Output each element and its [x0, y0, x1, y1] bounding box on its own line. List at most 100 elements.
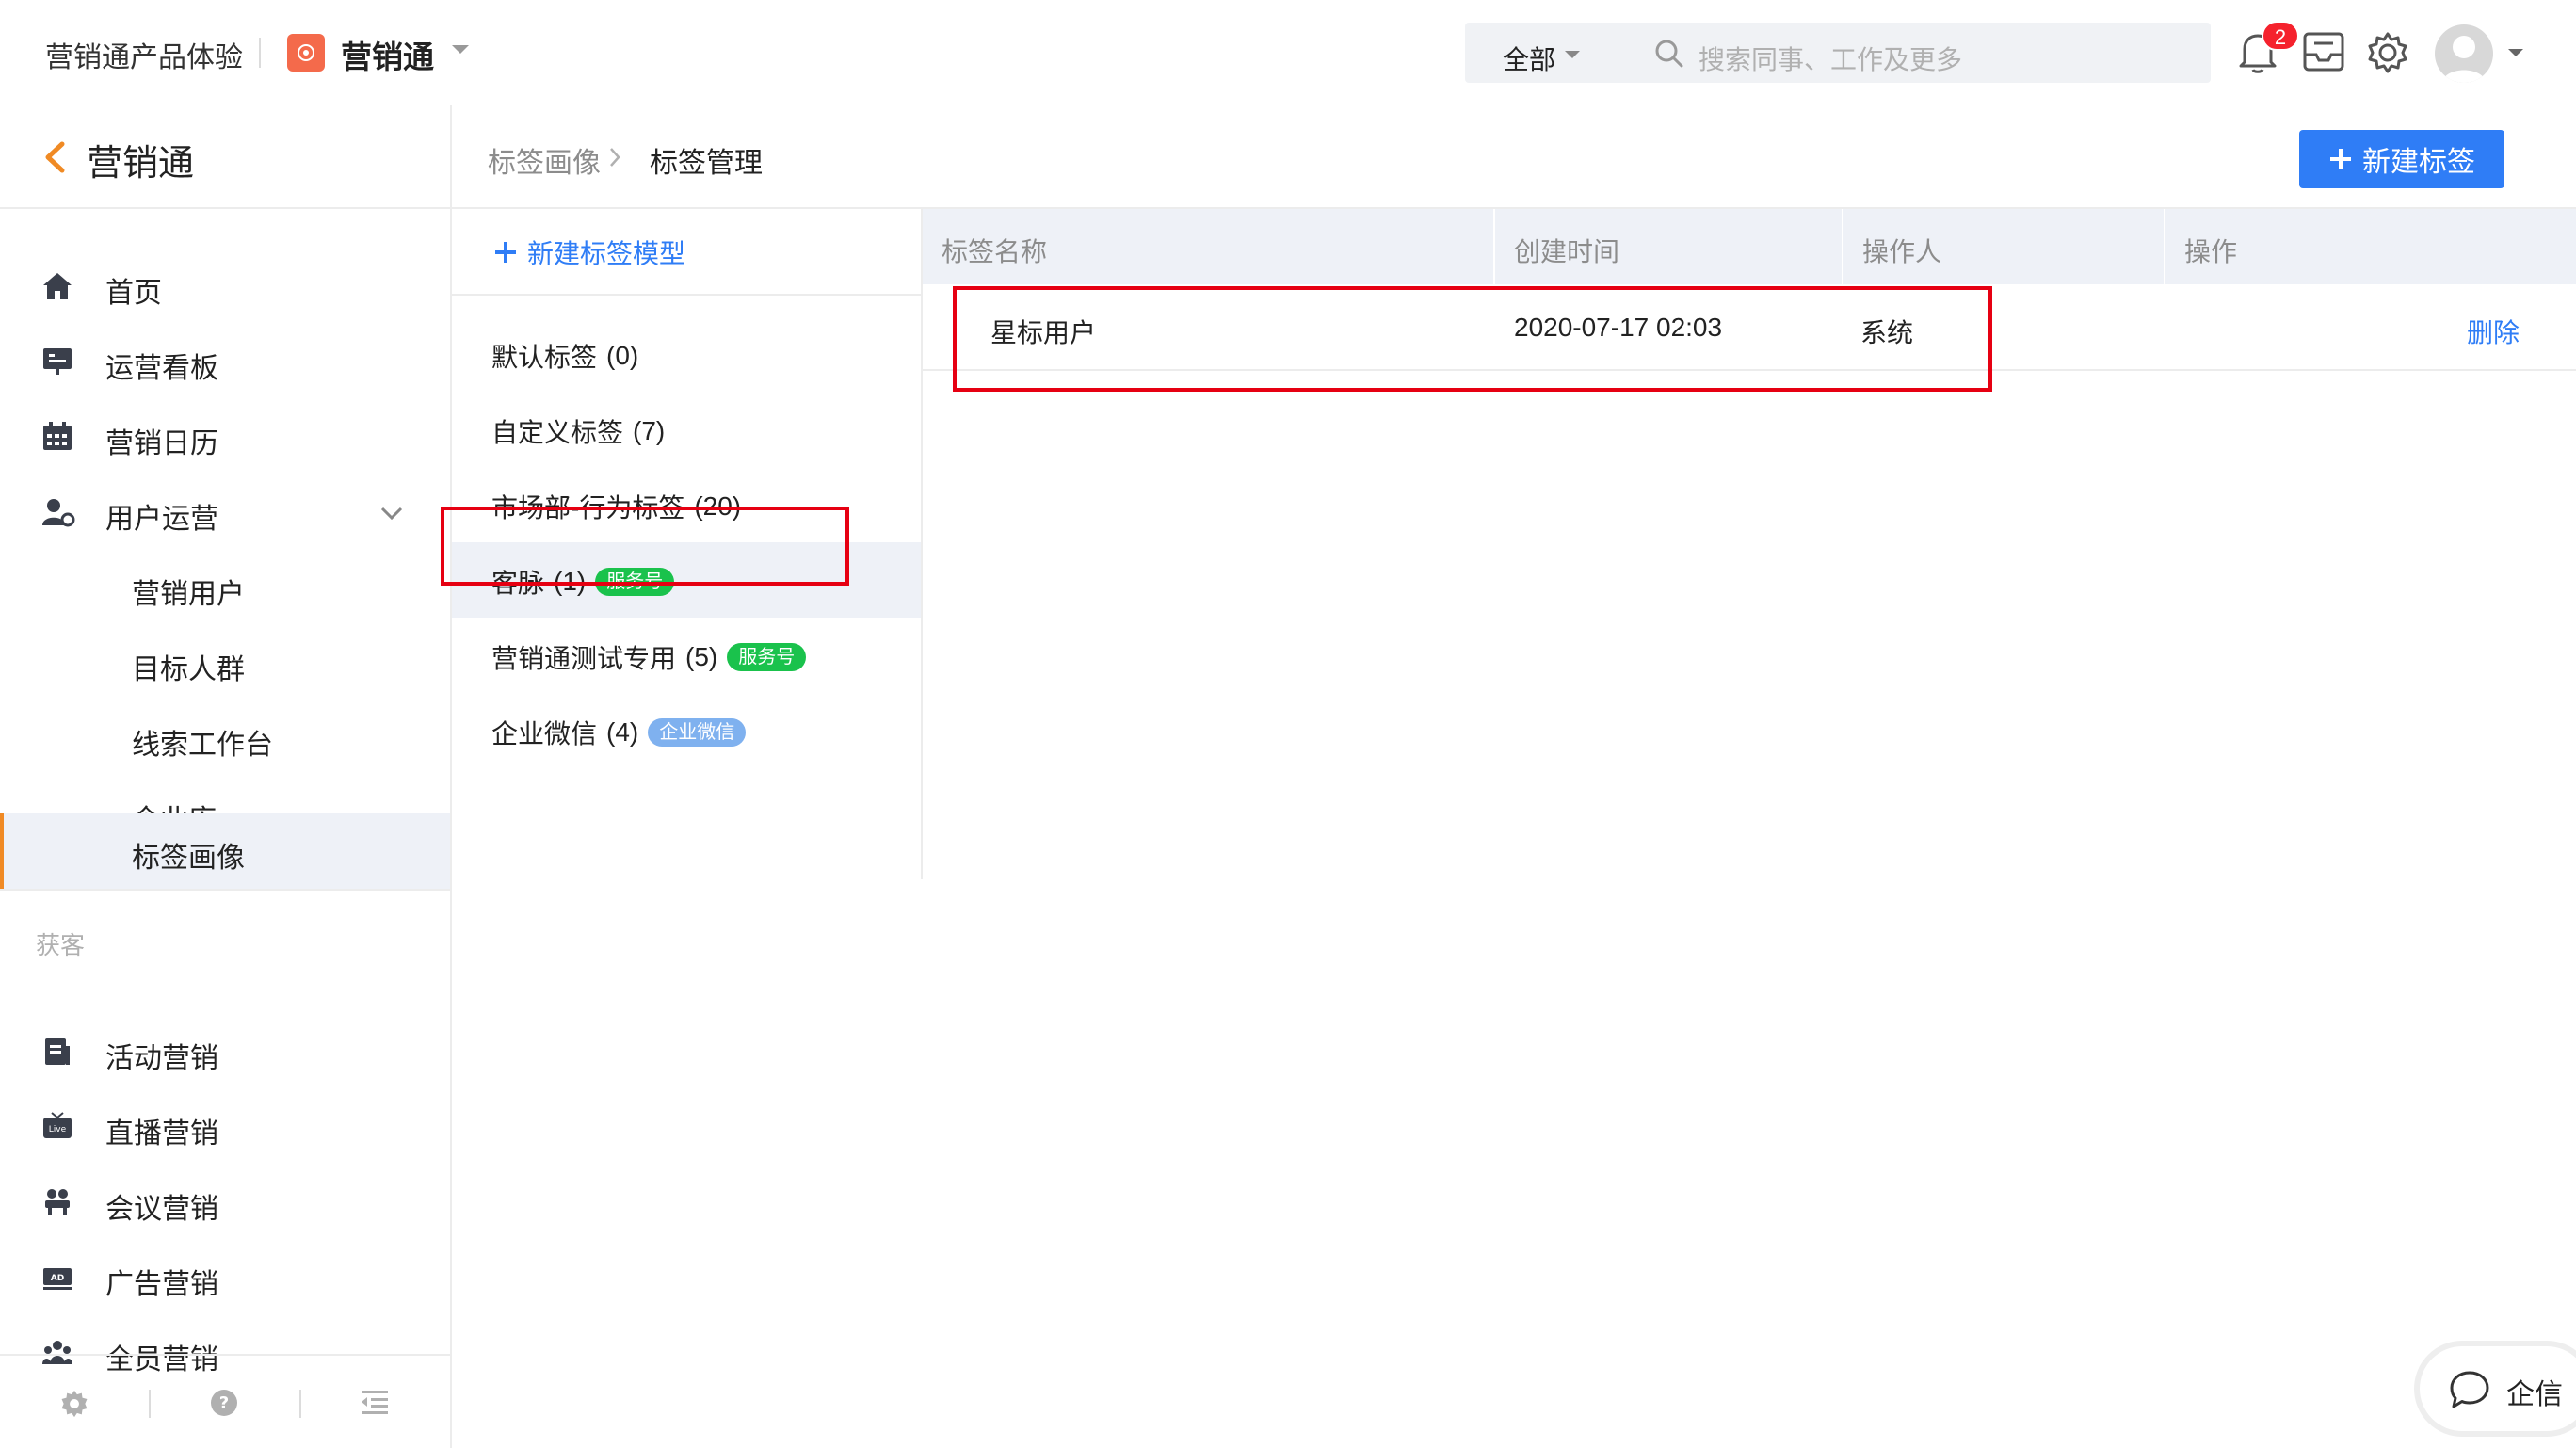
search-scope-select[interactable]: 全部 — [1503, 40, 1555, 77]
sidebar-header: 营销通 — [0, 105, 450, 209]
global-search[interactable]: 全部 搜索同事、工作及更多 — [1465, 23, 2211, 83]
chevron-down-icon[interactable] — [380, 507, 403, 520]
notification-badge: 2 — [2262, 21, 2299, 51]
sidebar: 营销通 首页 运营看板 营销日历 用户运营 营销用户 目标人群 线索工作台 标签… — [0, 105, 452, 1448]
table-header: 标签名称 创建时间 操作人 操作 — [923, 209, 2576, 284]
tag-model-name: 营销通测试专用 — [491, 644, 677, 673]
help-icon[interactable]: ? — [209, 1388, 239, 1418]
plus-icon — [495, 242, 516, 263]
svg-text:?: ? — [219, 1393, 229, 1413]
sidebar-item-activity-marketing[interactable]: 活动营销 — [0, 1014, 450, 1089]
sidebar-item-label: 运营看板 — [105, 353, 218, 384]
wecom-badge: 企业微信 — [648, 718, 747, 747]
inbox-icon[interactable] — [2301, 30, 2346, 73]
column-header: 创建时间 — [1514, 237, 1620, 266]
user-ops-icon — [41, 497, 75, 527]
tag-model-count: (4) — [606, 717, 639, 747]
activity-icon — [41, 1037, 73, 1067]
ad-icon: AD — [41, 1263, 73, 1293]
chat-float-button[interactable]: 企信 — [2420, 1346, 2576, 1431]
top-bar: 营销通产品体验 营销通 全部 搜索同事、工作及更多 2 — [0, 0, 2576, 105]
chat-bubble-icon — [2448, 1369, 2491, 1410]
sidebar-item-target-audience[interactable]: 目标人群 — [0, 625, 450, 700]
app-logo-icon[interactable] — [287, 34, 325, 72]
sidebar-item-tag-profile[interactable]: 标签画像 — [0, 813, 450, 889]
divider — [299, 1390, 301, 1418]
tag-model-count: (7) — [633, 416, 666, 445]
divider — [149, 1390, 151, 1418]
chevron-right-icon — [608, 147, 621, 168]
sidebar-title: 营销通 — [87, 144, 195, 184]
dashboard-icon — [41, 346, 73, 377]
new-tag-model-button[interactable]: 新建标签模型 — [493, 233, 685, 271]
sidebar-item-label: 会议营销 — [105, 1194, 218, 1225]
search-icon — [1653, 38, 1685, 70]
sidebar-item-label: 标签画像 — [132, 843, 245, 874]
divider — [1493, 209, 1495, 284]
breadcrumb: 标签画像 标签管理 新建标签 — [452, 105, 2576, 209]
avatar[interactable] — [2435, 24, 2493, 83]
sidebar-item-label: 目标人群 — [132, 654, 245, 685]
sidebar-footer: ? — [0, 1354, 450, 1448]
delete-link[interactable]: 删除 — [2467, 313, 2520, 350]
settings-icon[interactable] — [58, 1388, 90, 1420]
svg-text:AD: AD — [51, 1274, 64, 1283]
sidebar-item-label: 首页 — [105, 278, 162, 309]
caret-down-icon[interactable] — [1563, 49, 1582, 60]
divider — [1842, 209, 1843, 284]
caret-down-icon[interactable] — [2506, 47, 2525, 58]
column-header: 标签名称 — [942, 237, 1048, 266]
back-arrow-icon[interactable] — [43, 141, 66, 173]
new-tag-label: 新建标签 — [2362, 147, 2475, 178]
divider — [259, 38, 261, 68]
tag-model-item[interactable]: 自定义标签 (7) — [452, 392, 921, 467]
breadcrumb-parent[interactable]: 标签画像 — [488, 139, 601, 181]
sidebar-item-label: 营销日历 — [105, 428, 218, 459]
sidebar-item-lead-workbench[interactable]: 线索工作台 — [0, 700, 450, 776]
sidebar-item-live-marketing[interactable]: Live 直播营销 — [0, 1089, 450, 1165]
column-header: 操作 — [2184, 237, 2238, 266]
app-switcher[interactable]: 营销通 — [341, 32, 434, 77]
divider — [452, 294, 921, 296]
gear-icon[interactable] — [2365, 30, 2410, 75]
highlight-box — [441, 507, 849, 586]
home-icon — [41, 271, 73, 301]
highlight-box — [953, 286, 1992, 392]
collapse-menu-icon[interactable] — [360, 1388, 390, 1416]
sidebar-item-marketing-users[interactable]: 营销用户 — [0, 550, 450, 625]
tag-model-name: 默认标签 — [491, 343, 598, 372]
tag-model-name: 自定义标签 — [491, 418, 624, 447]
sidebar-item-ad-marketing[interactable]: AD 广告营销 — [0, 1240, 450, 1315]
live-icon: Live — [41, 1112, 73, 1142]
sidebar-item-label: 用户运营 — [105, 504, 218, 535]
plus-icon — [2330, 149, 2351, 169]
sidebar-item-label: 直播营销 — [105, 1118, 218, 1150]
sidebar-item-label: 广告营销 — [105, 1269, 218, 1300]
sidebar-item-home[interactable]: 首页 — [0, 249, 450, 324]
tag-model-name: 企业微信 — [491, 719, 598, 748]
new-tag-button[interactable]: 新建标签 — [2299, 130, 2504, 188]
sidebar-item-meeting-marketing[interactable]: 会议营销 — [0, 1165, 450, 1240]
tag-model-item[interactable]: 营销通测试专用 (5) 服务号 — [452, 618, 921, 693]
chat-label: 企信 — [2506, 1379, 2563, 1410]
tag-model-item[interactable]: 企业微信 (4) 企业微信 — [452, 693, 921, 768]
breadcrumb-current: 标签管理 — [650, 148, 763, 179]
tag-model-count: (0) — [606, 341, 639, 370]
sidebar-item-label: 线索工作台 — [132, 730, 273, 761]
sidebar-item-label: 营销用户 — [132, 579, 245, 610]
caret-down-icon[interactable] — [450, 43, 471, 56]
sidebar-item-dashboard[interactable]: 运营看板 — [0, 324, 450, 399]
tag-model-count: (5) — [685, 642, 718, 671]
search-input[interactable]: 搜索同事、工作及更多 — [1699, 40, 1962, 77]
sidebar-item-calendar[interactable]: 营销日历 — [0, 399, 450, 475]
calendar-icon — [41, 422, 73, 452]
tag-model-item[interactable]: 默认标签 (0) — [452, 316, 921, 392]
meeting-icon — [41, 1187, 73, 1217]
column-header: 操作人 — [1862, 237, 1942, 266]
org-name[interactable]: 营销通产品体验 — [45, 34, 243, 75]
divider — [2164, 209, 2165, 284]
divider — [0, 889, 450, 891]
sidebar-item-user-ops[interactable]: 用户运营 — [0, 475, 450, 550]
svg-text:Live: Live — [49, 1125, 67, 1134]
sidebar-item-label: 活动营销 — [105, 1043, 218, 1074]
